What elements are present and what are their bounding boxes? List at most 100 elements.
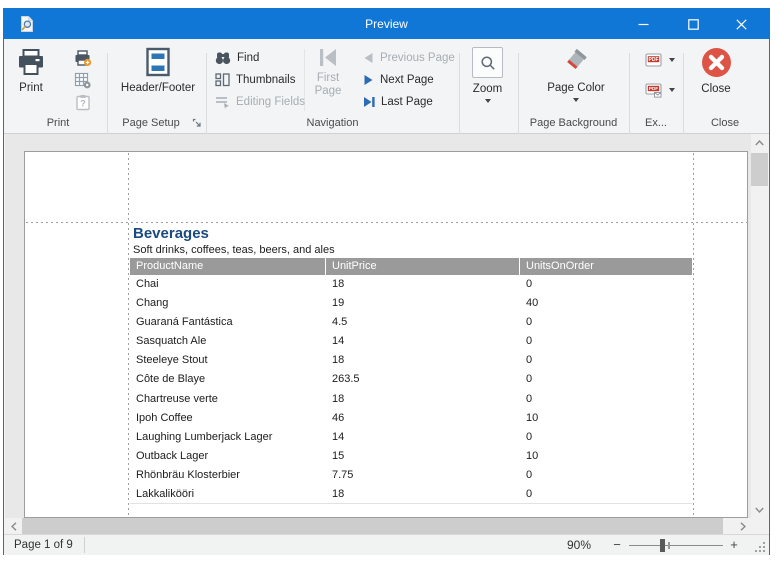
table-header-row: ProductName UnitPrice UnitsOnOrder	[130, 258, 692, 275]
table-cell: 7.75	[332, 468, 354, 481]
table-cell: Laughing Lumberjack Lager	[136, 430, 273, 443]
screen: Preview Print ? Print Header/Footer Page…	[0, 0, 778, 566]
table-cell: 0	[526, 488, 533, 501]
minimize-icon	[638, 23, 648, 25]
resize-grip-icon[interactable]	[753, 540, 765, 552]
last-page-button[interactable]: Last Page	[363, 92, 433, 112]
window-close-button[interactable]	[721, 9, 761, 39]
horizontal-scroll-thumb[interactable]	[22, 518, 723, 534]
table-row: Lakkalikööri 18 0	[130, 485, 692, 504]
export-pdf-button[interactable]: PDF	[645, 50, 675, 70]
report-subtitle: Soft drinks, coffees, teas, beers, and a…	[133, 244, 335, 256]
table-cell: Chang	[136, 297, 169, 310]
maximize-button[interactable]	[673, 9, 713, 39]
editing-fields-button[interactable]: Editing Fields	[215, 92, 305, 112]
scroll-right-button[interactable]	[734, 518, 751, 534]
horizontal-scrollbar[interactable]	[5, 518, 751, 534]
send-pdf-email-button[interactable]: PDF	[645, 80, 675, 100]
print-options-button[interactable]	[74, 48, 92, 68]
maximize-icon	[687, 18, 699, 30]
table-cell: 18	[332, 354, 345, 367]
table-cell: Chai	[136, 278, 159, 290]
zoom-in-button[interactable]: +	[727, 535, 741, 555]
dialog-launcher-icon[interactable]	[192, 118, 202, 128]
report-table: ProductName UnitPrice UnitsOnOrder Chai 1…	[130, 258, 692, 504]
svg-text:PDF: PDF	[649, 57, 659, 63]
zoom-button[interactable]: Zoom	[472, 47, 503, 103]
zoom-slider-thumb[interactable]	[660, 539, 665, 552]
statusbar: Page 1 of 9 90% − +	[4, 534, 769, 555]
table-cell: Côte de Blaye	[136, 373, 206, 386]
table-row: Sasquatch Ale 14 0	[130, 332, 692, 351]
first-page-button[interactable]: First Page	[308, 47, 348, 98]
table-cell: Ipoh Coffee	[136, 411, 193, 424]
editing-fields-label: Editing Fields	[236, 96, 306, 108]
find-binoculars-icon	[215, 52, 231, 65]
table-cell: 18	[332, 392, 345, 405]
table-cell: 0	[526, 468, 533, 481]
chevron-left-icon	[10, 521, 16, 531]
column-header-unitsonorder: UnitsOnOrder	[520, 258, 692, 275]
chevron-down-icon	[669, 58, 675, 62]
last-page-label: Last Page	[381, 96, 433, 108]
editing-fields-icon	[216, 97, 229, 109]
zoom-slider-track[interactable]	[629, 545, 723, 546]
page-color-button[interactable]: Page Color	[540, 47, 612, 102]
scrollbar-corner	[751, 518, 768, 534]
next-page-button[interactable]: Next Page	[363, 70, 434, 90]
chevron-down-icon	[573, 98, 579, 102]
header-footer-button[interactable]: Header/Footer	[112, 47, 204, 94]
clipboard-help-button[interactable]: ?	[75, 92, 91, 112]
printer-icon	[19, 49, 43, 75]
chevron-down-icon	[755, 507, 764, 513]
report-table-rows: Chai 18 0 Chang 19 40 Guaraná Fantástica 4.5 0 Sa…	[130, 275, 692, 504]
vertical-scroll-thumb[interactable]	[751, 153, 768, 186]
table-cell: 15	[332, 449, 345, 462]
column-header-productname: ProductName	[130, 258, 325, 275]
page-color-label: Page Color	[547, 82, 605, 94]
scroll-up-button[interactable]	[751, 134, 768, 151]
minimize-button[interactable]	[623, 9, 663, 39]
vertical-scrollbar[interactable]	[751, 134, 768, 518]
grid-options-button[interactable]	[74, 70, 92, 90]
chevron-down-icon	[484, 99, 491, 103]
first-page-icon	[320, 49, 336, 66]
table-cell: 0	[526, 335, 533, 348]
previous-page-button[interactable]: Previous Page	[363, 48, 455, 68]
close-button-label: Close	[701, 83, 731, 95]
table-row: Laughing Lumberjack Lager 14 0	[130, 428, 692, 447]
scroll-left-button[interactable]	[5, 518, 22, 534]
print-button[interactable]: Print	[16, 47, 46, 94]
zoom-icon-frame	[472, 47, 503, 78]
close-preview-button[interactable]: Close	[697, 47, 735, 95]
find-label: Find	[237, 52, 260, 64]
previous-page-icon	[364, 53, 373, 63]
first-page-label: First Page	[314, 72, 342, 97]
page-indicator: Page 1 of 9	[14, 539, 73, 551]
table-cell: 263.5	[332, 373, 360, 386]
table-row: Chang 19 40	[130, 294, 692, 313]
table-cell: 10	[526, 411, 539, 424]
next-page-icon	[364, 75, 373, 85]
magnifier-icon	[480, 55, 495, 70]
page-setup-group-label: Page Setup	[122, 117, 180, 129]
table-cell: 14	[332, 335, 345, 348]
titlebar[interactable]: Preview	[4, 9, 769, 39]
header-footer-icon	[146, 47, 170, 77]
table-cell: 0	[526, 373, 533, 386]
table-cell: 4.5	[332, 316, 348, 329]
paint-bucket-icon	[567, 48, 587, 70]
zoom-level-value: 90%	[566, 538, 591, 552]
table-row: Rhönbräu Klosterbier 7.75 0	[130, 466, 692, 485]
find-button[interactable]: Find	[215, 48, 259, 68]
zoom-label: Zoom	[472, 83, 503, 95]
zoom-out-button[interactable]: −	[610, 535, 624, 555]
report-title: Beverages	[133, 225, 209, 242]
table-cell: Lakkalikööri	[136, 488, 195, 501]
thumbnails-button[interactable]: Thumbnails	[215, 70, 295, 90]
clipboard-help-icon: ?	[76, 94, 90, 110]
document-viewport[interactable]: Beverages Soft drinks, coffees, teas, be…	[5, 134, 751, 518]
print-button-label: Print	[19, 82, 43, 94]
export-group-label: Ex...	[644, 117, 667, 129]
scroll-down-button[interactable]	[751, 501, 768, 518]
